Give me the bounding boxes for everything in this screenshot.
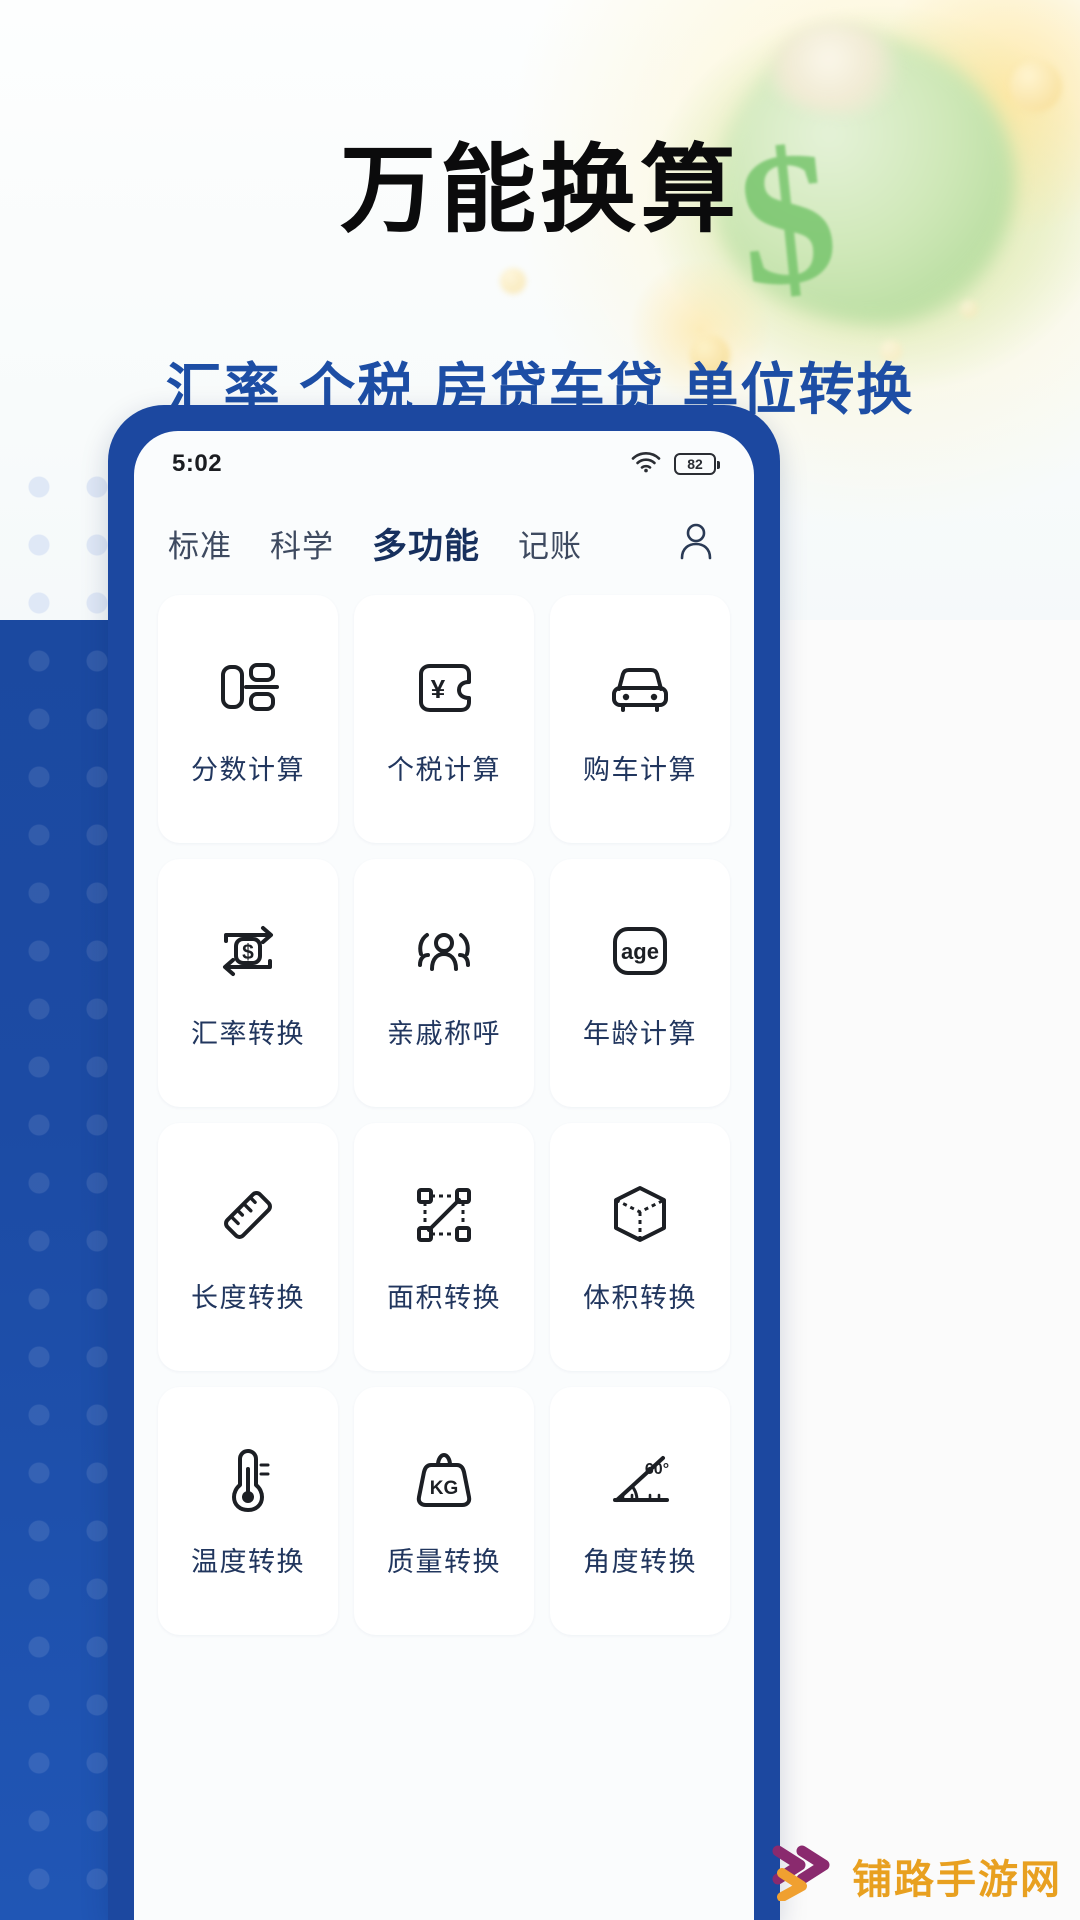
phone-mockup: 5:02 82 标准 科学 多功能 记账 分数计算 ¥ 个税计算 购车计算 $ … bbox=[108, 405, 780, 1920]
fraction-icon bbox=[215, 652, 281, 722]
grid-item-label: 个税计算 bbox=[387, 754, 501, 785]
svg-text:60°: 60° bbox=[645, 1461, 669, 1478]
grid-item-label: 分数计算 bbox=[191, 754, 305, 785]
tab-multifunction[interactable]: 多功能 bbox=[370, 514, 482, 573]
age-icon: age bbox=[608, 916, 672, 986]
exchange-dollar-icon: $ bbox=[214, 916, 282, 986]
grid-item-relatives[interactable]: 亲戚称呼 bbox=[354, 859, 534, 1107]
coin-decor bbox=[960, 300, 978, 318]
battery-level: 82 bbox=[687, 456, 703, 472]
promo-screenshot: $ 万能换算 汇率 个税 房贷车贷 单位转换 5:02 82 标准 科学 多功能… bbox=[0, 0, 1080, 1920]
svg-text:age: age bbox=[621, 939, 659, 964]
grid-item-car-purchase[interactable]: 购车计算 bbox=[550, 595, 730, 843]
grid-item-age[interactable]: age 年龄计算 bbox=[550, 859, 730, 1107]
svg-text:$: $ bbox=[242, 941, 254, 964]
car-icon bbox=[605, 652, 675, 722]
double-chevron-icon bbox=[772, 1845, 838, 1906]
area-icon bbox=[411, 1180, 477, 1250]
grid-item-label: 年龄计算 bbox=[583, 1018, 697, 1049]
family-icon bbox=[408, 916, 480, 986]
grid-item-mass[interactable]: KG 质量转换 bbox=[354, 1387, 534, 1635]
grid-item-label: 长度转换 bbox=[191, 1282, 305, 1313]
status-icons: 82 bbox=[631, 451, 720, 478]
grid-item-label: 角度转换 bbox=[583, 1546, 697, 1577]
wifi-icon bbox=[631, 451, 661, 478]
grid-item-label: 温度转换 bbox=[191, 1546, 305, 1577]
status-time: 5:02 bbox=[172, 450, 223, 477]
phone-screen: 5:02 82 标准 科学 多功能 记账 分数计算 ¥ 个税计算 购车计算 $ … bbox=[134, 431, 754, 1920]
grid-item-angle[interactable]: 60° 角度转换 bbox=[550, 1387, 730, 1635]
grid-item-label: 亲戚称呼 bbox=[387, 1018, 501, 1049]
money-bag-knot bbox=[770, 22, 900, 114]
status-bar: 5:02 82 bbox=[134, 431, 754, 497]
battery-icon: 82 bbox=[674, 453, 720, 475]
person-icon bbox=[676, 520, 716, 567]
thermometer-icon bbox=[223, 1444, 273, 1514]
svg-text:KG: KG bbox=[430, 1478, 459, 1499]
grid-item-label: 购车计算 bbox=[583, 754, 697, 785]
grid-item-volume[interactable]: 体积转换 bbox=[550, 1123, 730, 1371]
tab-scientific[interactable]: 科学 bbox=[268, 517, 336, 570]
profile-button[interactable] bbox=[670, 517, 722, 569]
weight-kg-icon: KG bbox=[411, 1444, 477, 1514]
coin-decor bbox=[500, 268, 526, 294]
grid-item-label: 体积转换 bbox=[583, 1282, 697, 1313]
grid-item-length[interactable]: 长度转换 bbox=[158, 1123, 338, 1371]
right-white-panel bbox=[778, 620, 1080, 1920]
grid-item-label: 质量转换 bbox=[387, 1546, 501, 1577]
tab-bookkeeping[interactable]: 记账 bbox=[516, 517, 584, 570]
promo-title: 万能换算 bbox=[340, 137, 740, 244]
tab-standard[interactable]: 标准 bbox=[166, 517, 234, 570]
coin-decor bbox=[1010, 60, 1062, 112]
cube-icon bbox=[608, 1180, 672, 1250]
grid-item-fraction[interactable]: 分数计算 bbox=[158, 595, 338, 843]
angle-60-icon: 60° bbox=[605, 1444, 675, 1514]
watermark-text: 铺路手游网 bbox=[852, 1857, 1062, 1902]
grid-item-label: 汇率转换 bbox=[191, 1018, 305, 1049]
grid-item-label: 面积转换 bbox=[387, 1282, 501, 1313]
wallet-yuan-icon: ¥ bbox=[411, 652, 477, 722]
grid-item-income-tax[interactable]: ¥ 个税计算 bbox=[354, 595, 534, 843]
svg-text:¥: ¥ bbox=[431, 674, 446, 704]
grid-item-exchange-rate[interactable]: $ 汇率转换 bbox=[158, 859, 338, 1107]
tab-bar: 标准 科学 多功能 记账 bbox=[134, 497, 754, 589]
grid-item-temperature[interactable]: 温度转换 bbox=[158, 1387, 338, 1635]
feature-grid: 分数计算 ¥ 个税计算 购车计算 $ 汇率转换 亲戚称呼 age 年龄计算 长度… bbox=[134, 589, 754, 1635]
dot-pattern-decor bbox=[0, 448, 120, 633]
grid-item-area[interactable]: 面积转换 bbox=[354, 1123, 534, 1371]
watermark: 铺路手游网 bbox=[772, 1845, 1062, 1906]
ruler-icon bbox=[215, 1180, 281, 1250]
